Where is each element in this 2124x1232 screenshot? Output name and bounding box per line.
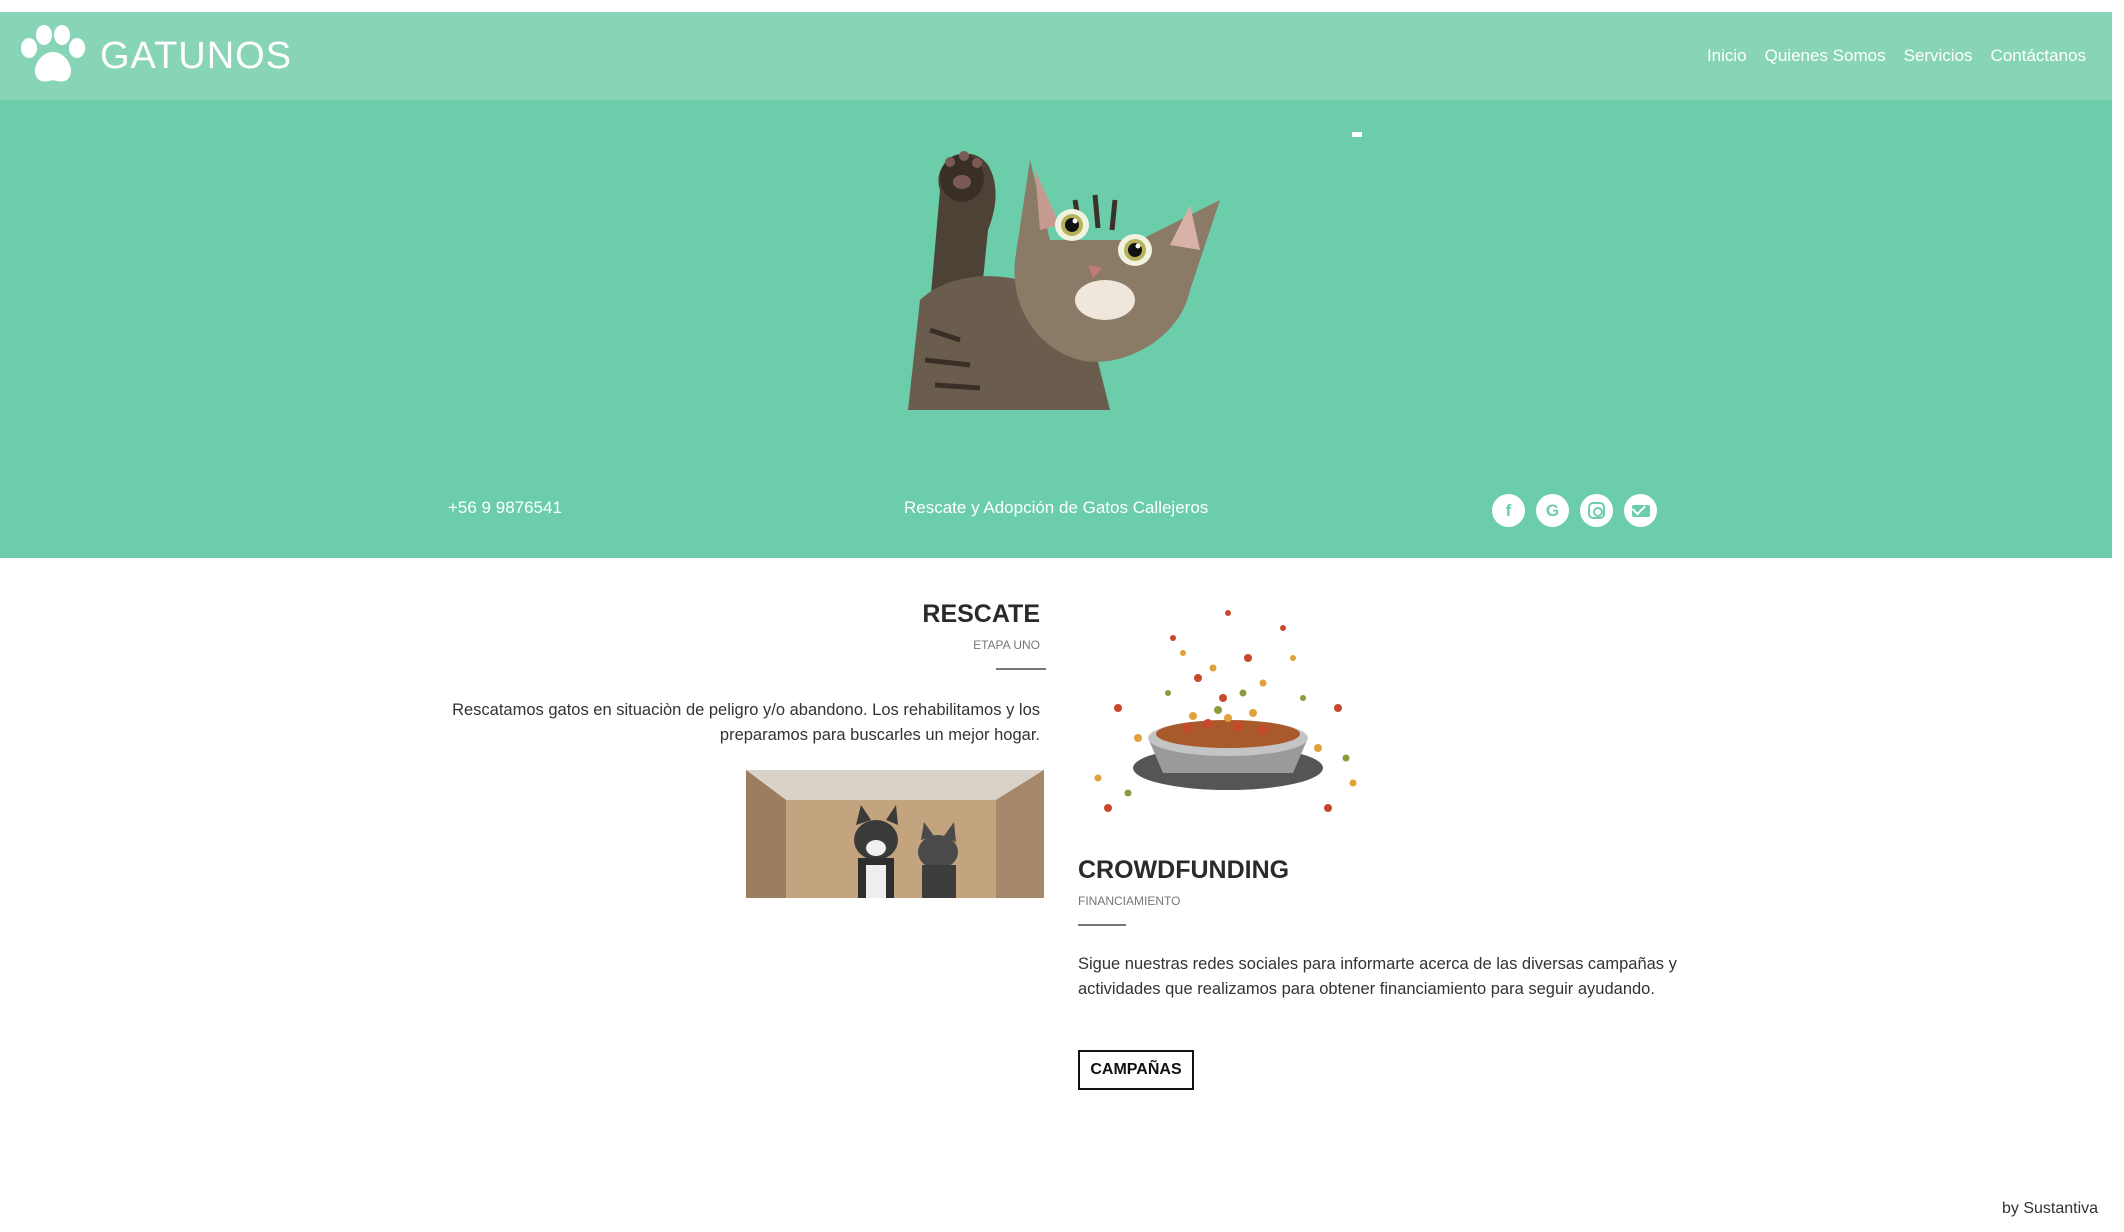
brand[interactable]: GATUNOS: [16, 24, 292, 88]
carousel-indicator[interactable]: [1352, 132, 1362, 137]
nav-item-inicio[interactable]: Inicio: [1707, 46, 1747, 66]
navbar: GATUNOS Inicio Quienes Somos Servicios C…: [0, 12, 2112, 100]
section-divider: [1078, 924, 1126, 926]
nav-item-quienes-somos[interactable]: Quienes Somos: [1765, 46, 1886, 66]
google-icon[interactable]: G: [1536, 494, 1569, 527]
email-icon[interactable]: [1624, 494, 1657, 527]
hero-banner: +56 9 9876541 Rescate y Adopción de Gato…: [0, 100, 2112, 558]
contact-phone: +56 9 9876541: [448, 498, 562, 517]
nav-item-contactanos[interactable]: Contáctanos: [1991, 46, 2086, 66]
rescate-description: Rescatamos gatos en situaciòn de peligro…: [452, 701, 1040, 744]
rescate-subtitle: ETAPA UNO: [973, 638, 1040, 652]
brand-name: GATUNOS: [100, 34, 293, 77]
facebook-icon[interactable]: f: [1492, 494, 1525, 527]
social-links: f G: [1492, 494, 1657, 527]
kittens-in-box-image: [746, 770, 1044, 898]
section-divider: [996, 668, 1046, 670]
waving-cat-image: [908, 151, 1220, 410]
crowdfunding-title: CROWDFUNDING: [1078, 856, 1290, 884]
main-nav: Inicio Quienes Somos Servicios Contáctan…: [1707, 46, 2086, 66]
crowdfunding-description: Sigue nuestras redes sociales para infor…: [1078, 955, 1677, 998]
instagram-icon[interactable]: [1580, 494, 1613, 527]
nav-item-servicios[interactable]: Servicios: [1904, 46, 1973, 66]
crowdfunding-subtitle: FINANCIAMIENTO: [1078, 894, 1181, 908]
campaigns-button[interactable]: CAMPAÑAS: [1078, 1050, 1194, 1090]
cat-food-bowl-image: [1078, 598, 1376, 834]
rescate-title: RESCATE: [922, 600, 1040, 628]
footer-credit[interactable]: by Sustantiva: [2002, 1200, 2098, 1218]
paw-icon: [21, 25, 85, 82]
hero-tagline: Rescate y Adopción de Gatos Callejeros: [904, 498, 1209, 517]
